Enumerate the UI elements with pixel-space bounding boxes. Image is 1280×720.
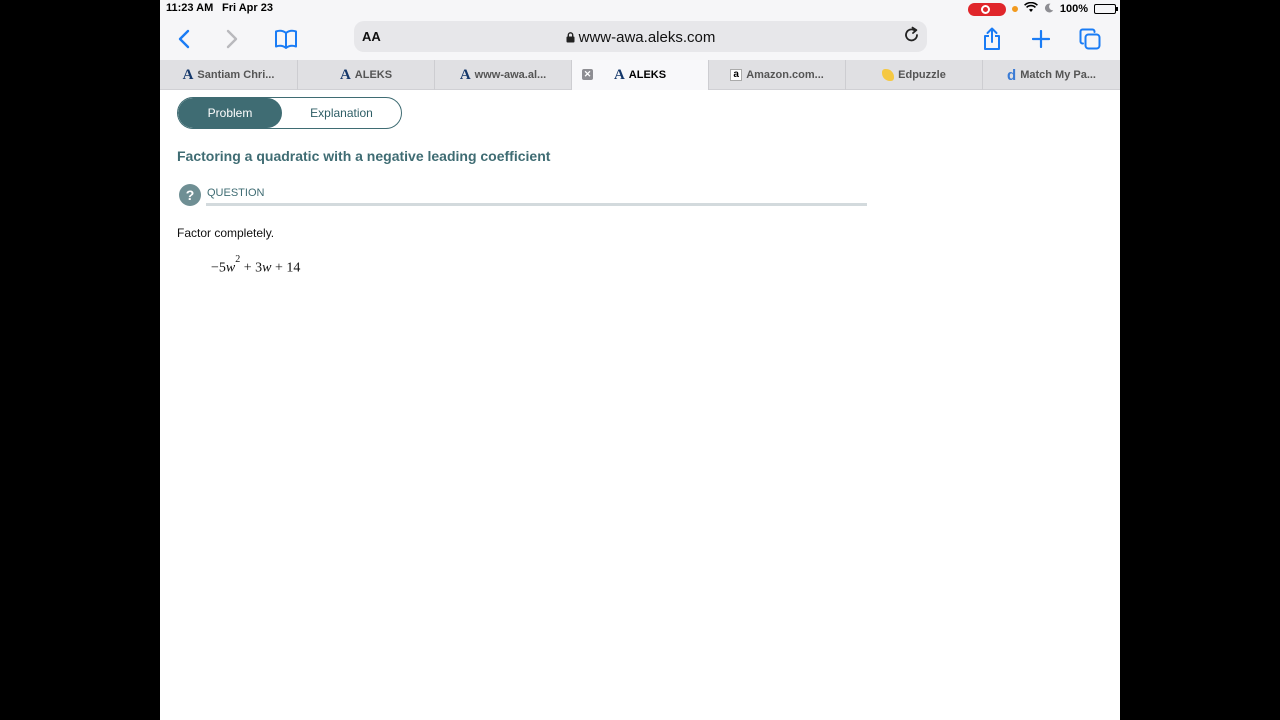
instruction-text: Factor completely.	[177, 226, 275, 240]
battery-percent: 100%	[1059, 3, 1088, 15]
expr-constant: 14	[286, 260, 301, 276]
new-tab-plus-icon[interactable]	[1025, 23, 1057, 55]
tab-aleks-1[interactable]: A ALEKS	[298, 60, 435, 90]
tab-label: Amazon.com...	[746, 69, 824, 81]
question-divider	[206, 203, 867, 206]
amazon-icon: a	[730, 69, 743, 81]
aleks-icon: A	[459, 66, 471, 83]
bookmarks-icon[interactable]	[270, 23, 302, 55]
tab-amazon[interactable]: a Amazon.com...	[709, 60, 846, 90]
expr-op2: +	[275, 260, 283, 276]
battery-icon	[1094, 4, 1118, 14]
explanation-tab-button[interactable]: Explanation	[282, 98, 401, 128]
status-time: 11:23 AM	[166, 2, 214, 14]
status-indicators: 100%	[967, 1, 1118, 17]
address-bar[interactable]: AA www-awa.aleks.com	[354, 21, 927, 52]
forward-chevron-icon[interactable]	[216, 23, 248, 55]
problem-title: Factoring a quadratic with a negative le…	[177, 148, 551, 164]
moon-icon	[1044, 3, 1054, 16]
tab-aleks-active[interactable]: ✕ A ALEKS	[572, 60, 709, 90]
mic-indicator-icon	[1011, 6, 1018, 12]
tabs-overview-icon[interactable]	[1074, 23, 1106, 55]
tab-label: Santiam Chri...	[197, 69, 275, 81]
tab-label: ALEKS	[354, 69, 393, 81]
tab-label: www-awa.al...	[474, 69, 547, 81]
problem-explanation-toggle: Problem Explanation	[177, 97, 402, 129]
question-label: QUESTION	[207, 187, 265, 199]
aleks-icon: A	[339, 66, 351, 83]
expr-coef1: 5	[218, 260, 226, 276]
close-tab-icon[interactable]: ✕	[582, 69, 593, 80]
browser-toolbar: AA www-awa.aleks.com	[160, 18, 1120, 60]
aleks-icon: A	[613, 66, 625, 83]
tab-label: Match My Pa...	[1020, 69, 1096, 81]
screen-recording-icon[interactable]	[967, 2, 1006, 16]
expr-sign: −	[211, 260, 219, 276]
tab-santiam[interactable]: A Santiam Chri...	[160, 60, 298, 90]
share-icon[interactable]	[976, 23, 1008, 55]
aleks-icon: A	[182, 66, 194, 83]
problem-tab-button[interactable]: Problem	[178, 98, 282, 128]
edpuzzle-icon	[882, 69, 895, 81]
expr-var2: w	[262, 260, 272, 276]
tab-match-my-pa[interactable]: d Match My Pa...	[983, 60, 1120, 90]
wifi-icon	[1023, 1, 1038, 16]
url-display[interactable]: www-awa.aleks.com	[354, 29, 927, 47]
reload-icon[interactable]	[903, 26, 921, 49]
ipad-screen: 11:23 AM Fri Apr 23 100% A A www-awa.alek…	[160, 0, 1120, 720]
expr-op1: +	[243, 260, 252, 276]
status-bar: 11:23 AM Fri Apr 23 100%	[160, 0, 1120, 18]
tab-label: ALEKS	[628, 69, 667, 81]
tab-bar: A Santiam Chri... A ALEKS Awww-awa.al... ✕…	[160, 60, 1120, 90]
math-expression: −5w2 + 3w + 14	[211, 254, 301, 277]
back-chevron-icon[interactable]	[168, 23, 200, 55]
tab-www-awa[interactable]: Awww-awa.al...	[435, 60, 572, 90]
lock-icon	[566, 30, 575, 47]
expr-exponent: 2	[235, 254, 241, 265]
tab-label: Edpuzzle	[898, 69, 946, 81]
d-icon: d	[1007, 66, 1017, 84]
aleks-page: Problem Explanation Factoring a quadrati…	[160, 90, 1120, 720]
question-mark-icon: ?	[179, 184, 201, 206]
expr-var1: w	[225, 260, 236, 276]
status-date: Fri Apr 23	[222, 2, 273, 14]
url-text: www-awa.aleks.com	[578, 29, 716, 46]
tab-edpuzzle[interactable]: Edpuzzle	[846, 60, 983, 90]
